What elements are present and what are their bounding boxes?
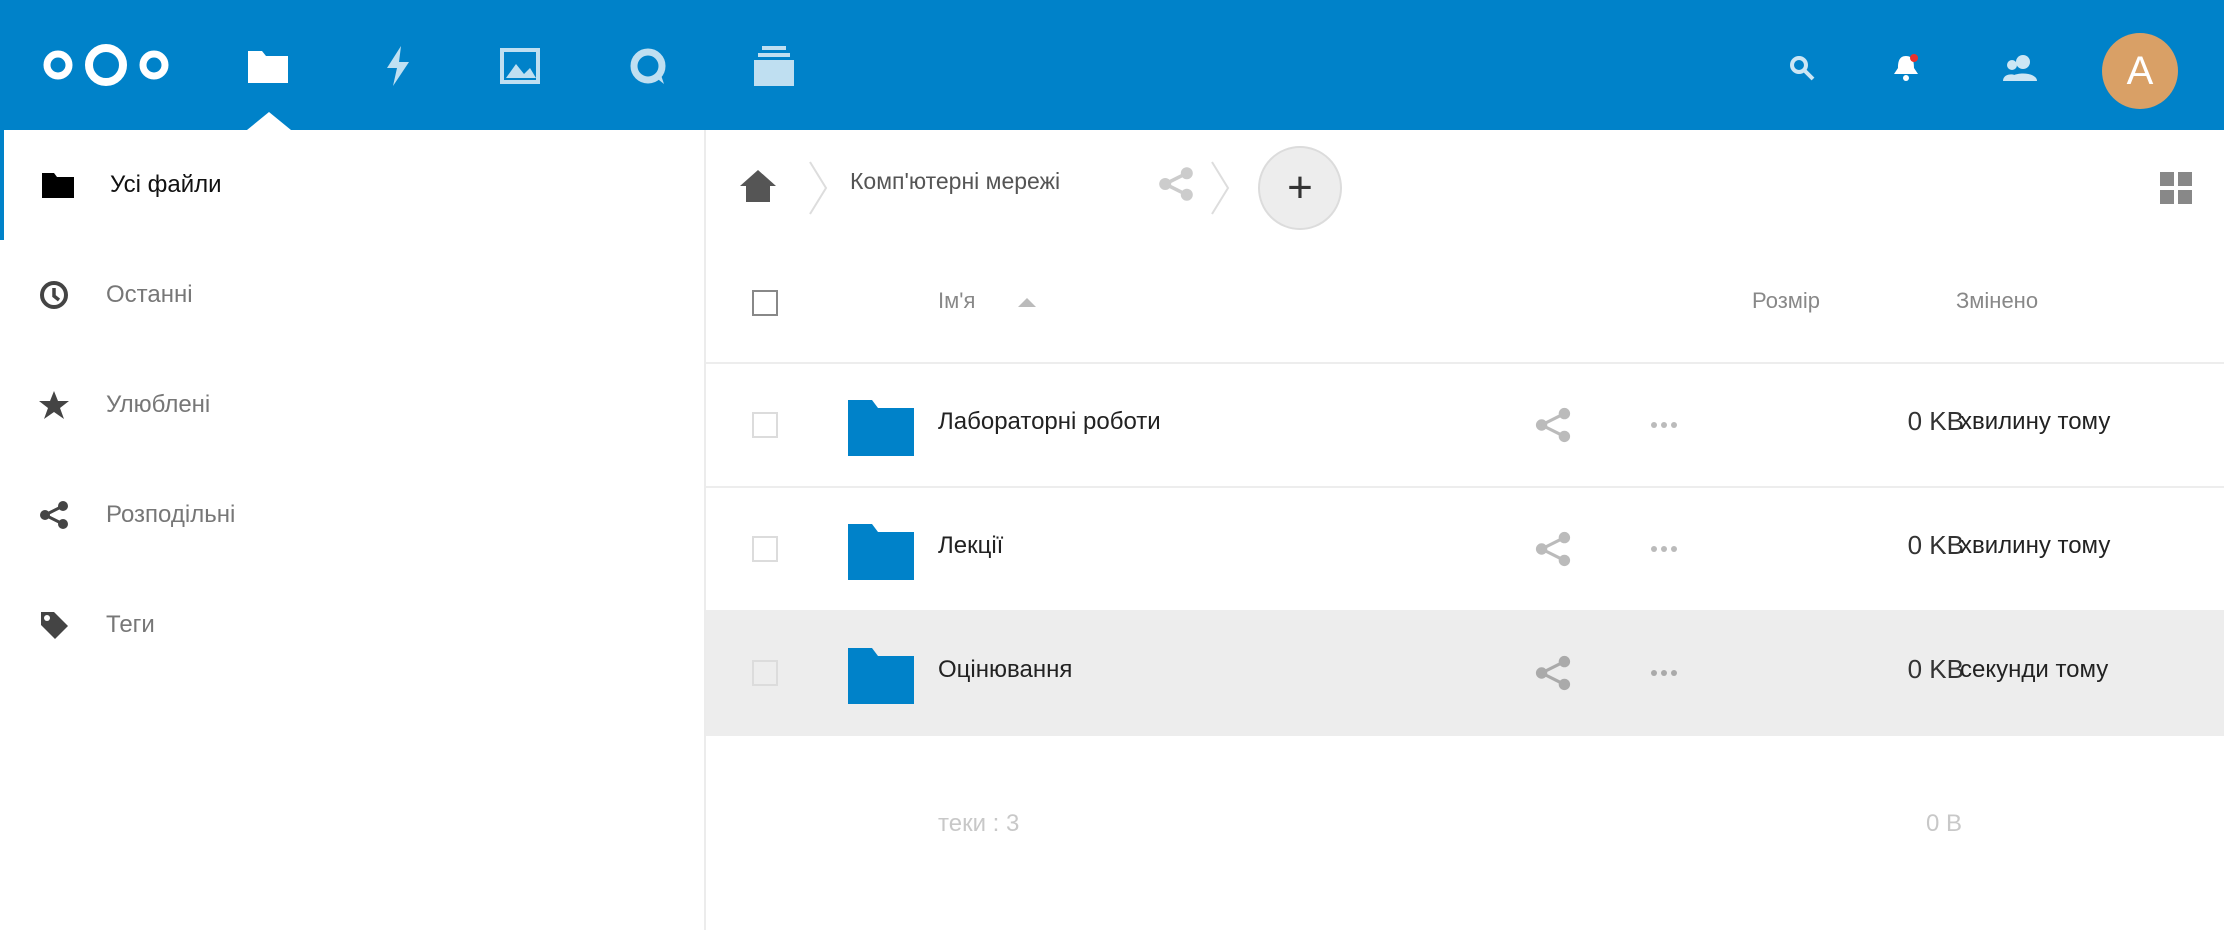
- file-name[interactable]: Лабораторні роботи: [938, 408, 1161, 436]
- row-checkbox[interactable]: [752, 536, 778, 562]
- home-icon[interactable]: [738, 166, 778, 206]
- table-bottom-divider: [706, 734, 2224, 736]
- active-app-indicator: [247, 112, 291, 130]
- share-icon[interactable]: [1534, 530, 1572, 568]
- more-actions-icon[interactable]: [1644, 530, 1684, 568]
- file-name[interactable]: Оцінювання: [938, 656, 1072, 684]
- folder-icon: [40, 167, 76, 203]
- activity-app-icon[interactable]: [374, 42, 422, 90]
- file-size: 0 KB: [1907, 530, 1964, 560]
- more-actions-icon[interactable]: [1644, 406, 1684, 444]
- sidebar-item-label: Розподільні: [106, 501, 236, 528]
- file-row[interactable]: Оцінювання 0 KB секунди тому: [706, 610, 2224, 736]
- breadcrumb-current-folder[interactable]: Комп'ютерні мережі: [850, 168, 1060, 195]
- top-header: A: [0, 0, 2224, 130]
- share-icon[interactable]: [1534, 654, 1572, 692]
- folder-count-summary: теки : 3: [938, 810, 1020, 837]
- tag-icon: [36, 607, 72, 643]
- file-modified: хвилину тому: [1960, 408, 2111, 435]
- file-name[interactable]: Лекції: [938, 532, 1003, 560]
- share-icon: [36, 497, 72, 533]
- share-icon[interactable]: [1158, 166, 1194, 202]
- add-new-button[interactable]: +: [1258, 146, 1342, 230]
- sidebar: Усі файли Останні Улюблені Розподільні Т…: [0, 130, 706, 930]
- grid-view-toggle-icon[interactable]: [2158, 170, 2194, 206]
- user-avatar[interactable]: A: [2102, 33, 2178, 109]
- share-icon[interactable]: [1534, 406, 1572, 444]
- file-row[interactable]: Лабораторні роботи 0 KB хвилину тому: [706, 362, 2224, 488]
- sidebar-item-label: Усі файли: [110, 171, 222, 198]
- row-checkbox[interactable]: [752, 660, 778, 686]
- files-app-icon[interactable]: [244, 42, 292, 90]
- contacts-icon[interactable]: [2000, 48, 2040, 88]
- clock-icon: [36, 277, 72, 313]
- column-header-modified[interactable]: Змінено: [1956, 288, 2038, 314]
- folder-icon: [848, 648, 914, 704]
- select-all-checkbox[interactable]: [752, 290, 778, 316]
- sidebar-item-favorites[interactable]: Улюблені: [0, 350, 704, 460]
- folder-icon: [848, 400, 914, 456]
- breadcrumb-separator: [809, 161, 828, 215]
- nextcloud-logo[interactable]: [36, 40, 176, 90]
- file-modified: хвилину тому: [1960, 532, 2111, 559]
- files-main: Комп'ютерні мережі + Ім'я Розмір Змінено…: [706, 130, 2224, 930]
- more-actions-icon[interactable]: [1644, 654, 1684, 692]
- sidebar-item-shares[interactable]: Розподільні: [0, 460, 704, 570]
- sidebar-item-tags[interactable]: Теги: [0, 570, 704, 680]
- file-size: 0 KB: [1907, 406, 1964, 436]
- row-checkbox[interactable]: [752, 412, 778, 438]
- column-header-name[interactable]: Ім'я: [938, 288, 975, 314]
- star-icon: [36, 387, 72, 423]
- breadcrumb-separator: [1211, 161, 1230, 215]
- file-size: 0 KB: [1907, 654, 1964, 684]
- folder-icon: [848, 524, 914, 580]
- sort-ascending-icon: [1018, 298, 1036, 307]
- sidebar-item-label: Останні: [106, 281, 193, 308]
- file-row[interactable]: Лекції 0 KB хвилину тому: [706, 486, 2224, 612]
- deck-app-icon[interactable]: [750, 42, 798, 90]
- total-size-summary: 0 B: [1925, 810, 1962, 837]
- gallery-app-icon[interactable]: [496, 42, 544, 90]
- talk-app-icon[interactable]: [624, 42, 672, 90]
- sidebar-item-label: Теги: [106, 611, 155, 638]
- sidebar-item-recent[interactable]: Останні: [0, 240, 704, 350]
- search-icon[interactable]: [1782, 48, 1822, 88]
- notifications-bell-icon[interactable]: [1886, 48, 1926, 88]
- file-modified: секунди тому: [1960, 656, 2109, 683]
- sidebar-item-all-files[interactable]: Усі файли: [0, 130, 708, 240]
- sidebar-item-label: Улюблені: [106, 391, 211, 418]
- column-header-size[interactable]: Розмір: [1752, 288, 1820, 314]
